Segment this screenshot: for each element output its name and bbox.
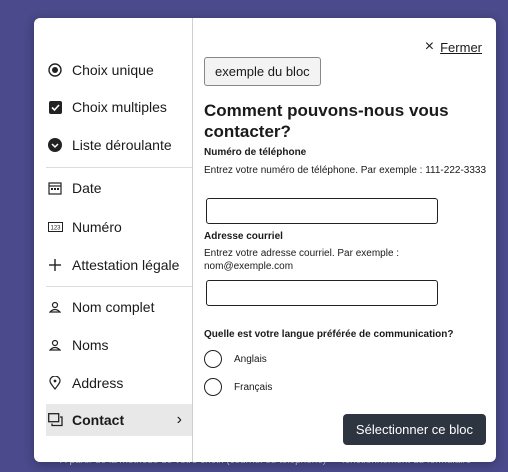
block-example-chip: exemple du bloc (204, 57, 321, 86)
radio-circle-icon (204, 350, 222, 368)
sidebar-item-choix-unique[interactable]: Choix unique (46, 54, 192, 86)
phone-hint: Entrez votre numéro de téléphone. Par ex… (204, 165, 487, 176)
language-question: Quelle est votre langue préférée de comm… (204, 329, 454, 340)
email-label: Adresse courriel (204, 231, 283, 242)
sidebar-item-liste-deroulante[interactable]: Liste déroulante (46, 129, 192, 161)
phone-input[interactable] (206, 198, 438, 224)
phone-label: Numéro de téléphone (204, 147, 307, 158)
select-block-button[interactable]: Sélectionner ce bloc (342, 414, 486, 445)
sidebar-item-label: Date (72, 180, 102, 196)
radio-option-anglais[interactable]: Anglais (204, 350, 267, 368)
sidebar-item-noms[interactable]: Noms (46, 329, 192, 361)
svg-text:123: 123 (50, 226, 61, 232)
sidebar-item-choix-multiples[interactable]: Choix multiples (46, 91, 192, 123)
person-icon (46, 336, 64, 354)
sidebar-item-label: Contact (72, 412, 125, 428)
sidebar-item-label: Nom complet (72, 299, 155, 315)
number-icon: 123 (46, 218, 64, 236)
sidebar-item-date[interactable]: Date (46, 172, 192, 204)
sidebar-item-label: Choix multiples (72, 99, 167, 115)
radio-label: Anglais (234, 353, 267, 365)
radio-option-francais[interactable]: Français (204, 378, 272, 396)
block-picker-modal: Choix unique Choix multiples Liste dérou… (34, 18, 496, 462)
dropdown-circle-icon (46, 136, 64, 154)
sidebar-item-label: Noms (72, 337, 109, 353)
sidebar-item-label: Choix unique (72, 62, 154, 78)
sidebar-item-label: Address (72, 375, 124, 391)
sidebar-item-label: Attestation légale (72, 257, 180, 273)
sidebar-item-numero[interactable]: 123 Numéro (46, 211, 192, 243)
person-icon (46, 298, 64, 316)
sidebar-item-label: Liste déroulante (72, 137, 172, 153)
sidebar-item-label: Numéro (72, 219, 122, 235)
sidebar-item-nom-complet[interactable]: Nom complet (46, 291, 192, 323)
radio-circle-icon (204, 378, 222, 396)
sidebar-divider (46, 286, 192, 287)
close-button[interactable]: × Fermer (425, 38, 482, 56)
block-type-sidebar: Choix unique Choix multiples Liste dérou… (34, 18, 193, 462)
block-preview: × Fermer exemple du bloc Comment pouvons… (204, 18, 496, 462)
preview-heading: Comment pouvons-nous vous contacter? (204, 101, 449, 141)
sidebar-item-contact[interactable]: Contact › (46, 404, 192, 436)
calendar-icon (46, 179, 64, 197)
radio-selected-icon (46, 61, 64, 79)
chat-icon (46, 411, 64, 429)
close-label: Fermer (440, 39, 482, 55)
plus-icon (46, 256, 64, 274)
sidebar-item-address[interactable]: Address (46, 367, 192, 399)
checkbox-checked-icon (46, 98, 64, 116)
sidebar-divider (46, 167, 192, 168)
radio-label: Français (234, 381, 273, 393)
close-icon: × (424, 38, 435, 55)
sidebar-item-attestation-legale[interactable]: Attestation légale (46, 249, 192, 281)
chevron-right-icon: › (176, 411, 182, 428)
email-input[interactable] (206, 280, 438, 306)
location-pin-icon (46, 374, 64, 392)
email-hint: Entrez votre adresse courriel. Par exemp… (204, 248, 400, 272)
